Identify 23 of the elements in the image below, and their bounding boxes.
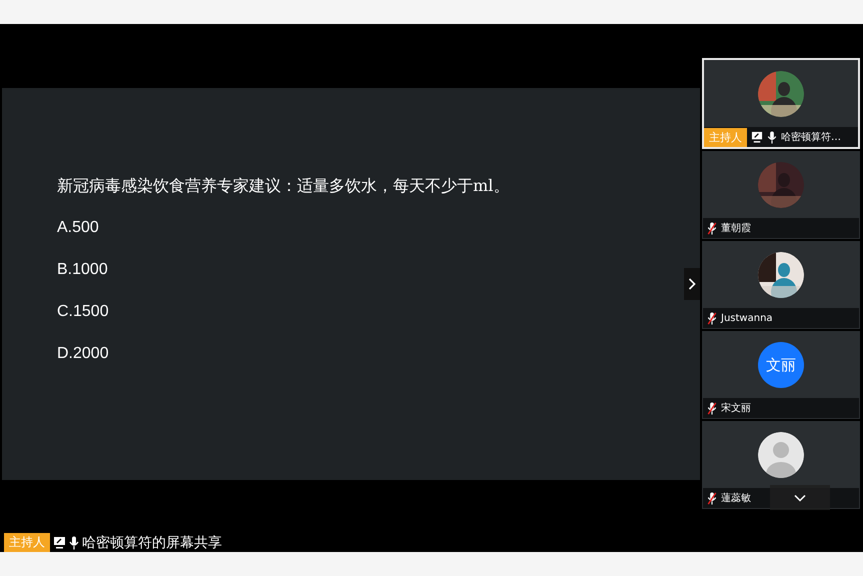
avatar-initials: 文丽 (758, 342, 804, 388)
collapse-panel-button[interactable] (684, 268, 700, 300)
participant-name: 哈密顿算符… (781, 130, 841, 144)
answer-option: C.1500 (57, 303, 109, 345)
host-badge: 主持人 (4, 533, 50, 552)
answer-option: B.1000 (57, 261, 108, 303)
participant-name: 宋文丽 (721, 402, 751, 415)
question-text: 新冠病毒感染饮食营养专家建议：适量多饮水，每天不少于ml。 (57, 176, 510, 197)
answer-option: A.500 (57, 219, 99, 261)
participant-tile[interactable]: 董朝霞 (702, 151, 860, 239)
participant-name: Justwanna (721, 312, 773, 324)
participant-tile[interactable]: 文丽 宋文丽 (702, 331, 860, 419)
default-avatar-icon (758, 432, 804, 478)
participant-tile[interactable]: 蓮蕊敏 (702, 421, 860, 509)
participant-tile[interactable]: 主持人 哈密顿算符… (702, 58, 860, 149)
chevron-down-icon (794, 494, 806, 502)
screen-share-label: 哈密顿算符的屏幕共享 (82, 534, 222, 552)
participant-name: 蓮蕊敏 (721, 492, 751, 505)
host-badge: 主持人 (704, 128, 747, 146)
chevron-right-icon (688, 278, 696, 290)
participant-name: 董朝霞 (721, 222, 751, 235)
participant-tile[interactable]: Justwanna (702, 241, 860, 329)
answer-option: D.2000 (57, 345, 109, 387)
